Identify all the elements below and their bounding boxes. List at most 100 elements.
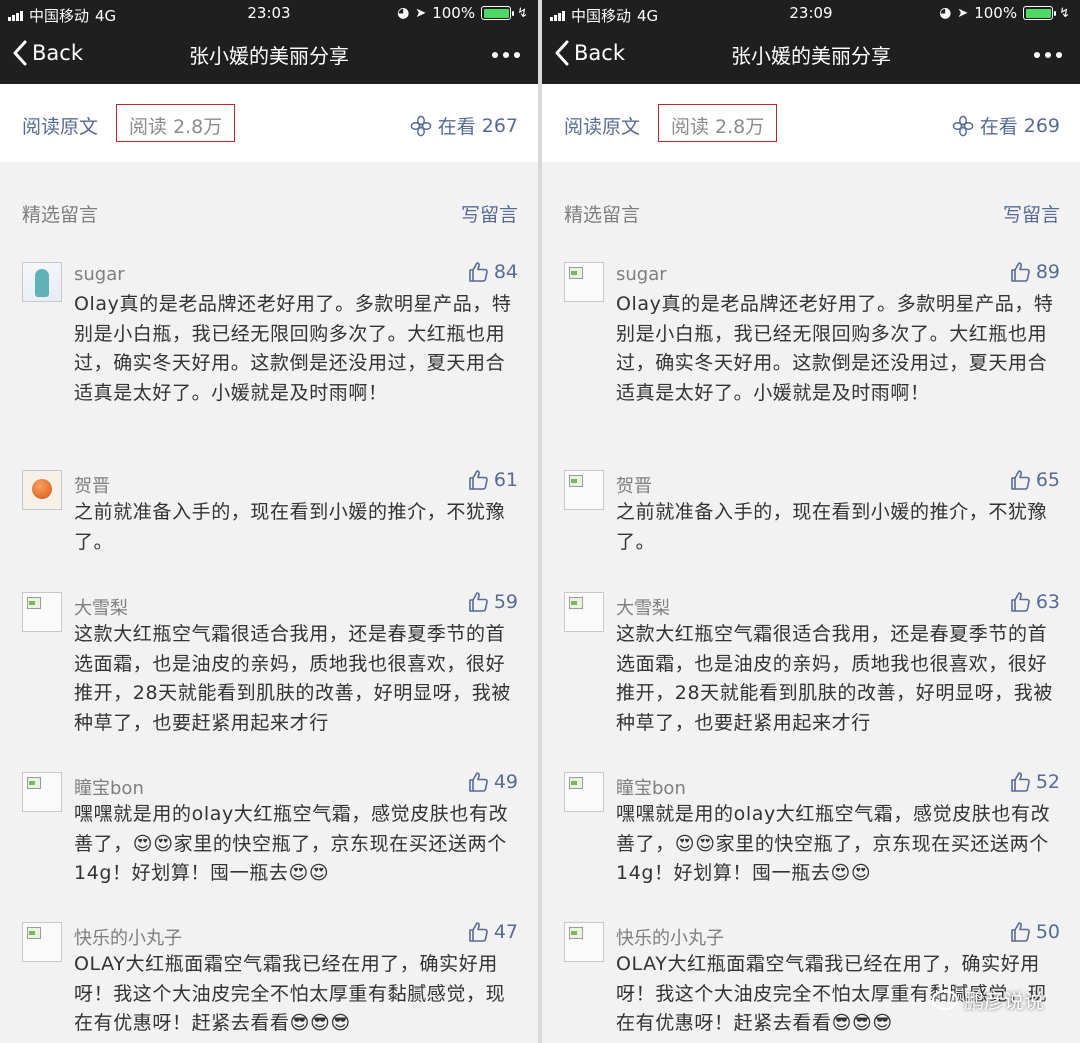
comment-text: OLAY大红瓶面霜空气霜我已经在用了，确实好用呀！我这个大油皮完全不怕太厚重有黏… xyxy=(74,953,506,1034)
more-dot-icon xyxy=(492,52,498,58)
page-title: 张小媛的美丽分享 xyxy=(189,44,349,68)
section-title: 精选留言 xyxy=(22,204,99,226)
comment-text: 之前就准备入手的，现在看到小媛的推介，不犹豫了。 xyxy=(74,501,506,553)
zaikan-label: 在看 xyxy=(437,116,476,138)
more-dot-icon xyxy=(1034,52,1040,58)
avatar[interactable] xyxy=(564,592,604,632)
comment-author[interactable]: 快乐的小丸子 xyxy=(74,924,182,950)
status-bar: 中国移动 4G 23:09 ◕ ➤ 100% ↯ xyxy=(542,0,1080,28)
like-count: 47 xyxy=(493,921,518,943)
avatar[interactable] xyxy=(22,772,62,812)
comment-author[interactable]: 瞳宝bon xyxy=(616,774,686,800)
like-count: 63 xyxy=(1035,591,1060,613)
comment-author[interactable]: 贺晋 xyxy=(616,472,652,498)
thumbs-up-icon xyxy=(469,922,488,942)
comment-author[interactable]: sugar xyxy=(74,264,125,285)
section-title: 精选留言 xyxy=(564,204,641,226)
read-original-link[interactable]: 阅读原文 xyxy=(564,112,640,139)
thumbs-up-icon xyxy=(469,592,488,612)
like-button[interactable]: 47 xyxy=(466,920,518,944)
like-button[interactable]: 84 xyxy=(466,260,518,284)
like-button[interactable]: 89 xyxy=(1008,260,1060,284)
avatar[interactable] xyxy=(564,262,604,302)
battery-fill xyxy=(483,8,509,18)
avatar[interactable] xyxy=(22,262,62,302)
watermark: 鹏彦说说 xyxy=(932,985,1044,1014)
thumbs-up-icon xyxy=(469,470,488,490)
comment-text: 嘿嘿就是用的olay大红瓶空气霜，感觉皮肤也有改善了，😍😍家里的快空瓶了，京东现… xyxy=(616,803,1051,884)
read-bar: 阅读原文 阅读 2.8万 在看 269 xyxy=(542,84,1080,162)
avatar[interactable] xyxy=(564,922,604,962)
like-button[interactable]: 52 xyxy=(1008,770,1060,794)
page-title: 张小媛的美丽分享 xyxy=(731,44,891,68)
zaikan-label: 在看 xyxy=(979,116,1018,138)
phone-screen-2: 中国移动 4G 23:09 ◕ ➤ 100% ↯ Back 张小媛的美丽分享 阅… xyxy=(542,0,1080,1043)
like-button[interactable]: 63 xyxy=(1008,590,1060,614)
nav-bar: Back 张小媛的美丽分享 xyxy=(0,28,538,84)
selected-comments-header: 精选留言 写留言 xyxy=(564,200,1060,226)
comment-text: 嘿嘿就是用的olay大红瓶空气霜，感觉皮肤也有改善了，😍😍家里的快空瓶了，京东现… xyxy=(74,803,509,884)
comment-author[interactable]: sugar xyxy=(616,264,667,285)
like-button[interactable]: 59 xyxy=(466,590,518,614)
like-count: 50 xyxy=(1035,921,1060,943)
thumbs-up-icon xyxy=(1011,470,1030,490)
comment-text: Olay真的是老品牌还老好用了。多款明星产品，特别是小白瓶，我已经无限回购多次了… xyxy=(74,293,512,404)
selected-comments-header: 精选留言 写留言 xyxy=(22,200,518,226)
status-bar: 中国移动 4G 23:03 ◕ ➤ 100% ↯ xyxy=(0,0,538,28)
like-button[interactable]: 50 xyxy=(1008,920,1060,944)
like-button[interactable]: 61 xyxy=(466,468,518,492)
battery-percent: 100% xyxy=(432,4,476,22)
comment-text: 这款大红瓶空气霜很适合我用，还是春夏季节的首选面霜，也是油皮的亲妈，质地我也很喜… xyxy=(616,623,1053,734)
more-dot-icon xyxy=(514,52,520,58)
comment-author[interactable]: 大雪梨 xyxy=(74,594,128,620)
more-dot-icon xyxy=(1056,52,1062,58)
read-bar: 阅读原文 阅读 2.8万 在看 267 xyxy=(0,84,538,162)
avatar[interactable] xyxy=(22,592,62,632)
like-button[interactable]: 65 xyxy=(1008,468,1060,492)
thumbs-up-icon xyxy=(1011,922,1030,942)
zaikan-count: 269 xyxy=(1023,114,1060,137)
read-count: 阅读 2.8万 xyxy=(116,104,236,142)
zaikan-button[interactable]: 在看 269 xyxy=(952,112,1060,139)
more-dot-icon xyxy=(1045,52,1051,58)
like-count: 49 xyxy=(493,771,518,793)
avatar[interactable] xyxy=(564,772,604,812)
more-options-button[interactable] xyxy=(492,52,520,58)
thumbs-up-icon xyxy=(469,772,488,792)
thumbs-up-icon xyxy=(1011,592,1030,612)
battery-icon xyxy=(481,6,515,20)
charging-icon: ↯ xyxy=(517,5,528,21)
zaikan-count: 267 xyxy=(481,114,518,137)
zaikan-button[interactable]: 在看 267 xyxy=(410,112,518,139)
flower-icon xyxy=(410,115,432,136)
avatar[interactable] xyxy=(22,470,62,510)
location-arrow-icon: ➤ xyxy=(415,5,427,21)
comment-author[interactable]: 大雪梨 xyxy=(616,594,670,620)
like-button[interactable]: 49 xyxy=(466,770,518,794)
thumbs-up-icon xyxy=(469,262,488,282)
nav-bar: Back 张小媛的美丽分享 xyxy=(542,28,1080,84)
thumbs-up-icon xyxy=(1011,262,1030,282)
comparison-screenshot: 中国移动 4G 23:03 ◕ ➤ 100% ↯ Back 张小媛的美丽分享 阅… xyxy=(0,0,1080,1043)
watermark-text: 鹏彦说说 xyxy=(964,989,1044,1013)
more-options-button[interactable] xyxy=(1034,52,1062,58)
write-comment-link[interactable]: 写留言 xyxy=(1003,200,1060,227)
avatar[interactable] xyxy=(564,470,604,510)
avatar[interactable] xyxy=(22,922,62,962)
read-count: 阅读 2.8万 xyxy=(658,104,778,142)
battery-percent: 100% xyxy=(974,4,1018,22)
write-comment-link[interactable]: 写留言 xyxy=(461,200,518,227)
like-count: 59 xyxy=(493,591,518,613)
like-count: 84 xyxy=(493,261,518,283)
comment-author[interactable]: 贺晋 xyxy=(74,472,110,498)
comment-text: Olay真的是老品牌还老好用了。多款明星产品，特别是小白瓶，我已经无限回购多次了… xyxy=(616,293,1054,404)
charging-icon: ↯ xyxy=(1059,5,1070,21)
read-original-link[interactable]: 阅读原文 xyxy=(22,112,98,139)
flower-icon xyxy=(952,115,974,136)
lock-rotation-icon: ◕ xyxy=(397,5,410,21)
comment-author[interactable]: 快乐的小丸子 xyxy=(616,924,724,950)
thumbs-up-icon xyxy=(1011,772,1030,792)
lock-rotation-icon: ◕ xyxy=(939,5,952,21)
comment-author[interactable]: 瞳宝bon xyxy=(74,774,144,800)
wechat-logo-icon xyxy=(932,989,958,1010)
